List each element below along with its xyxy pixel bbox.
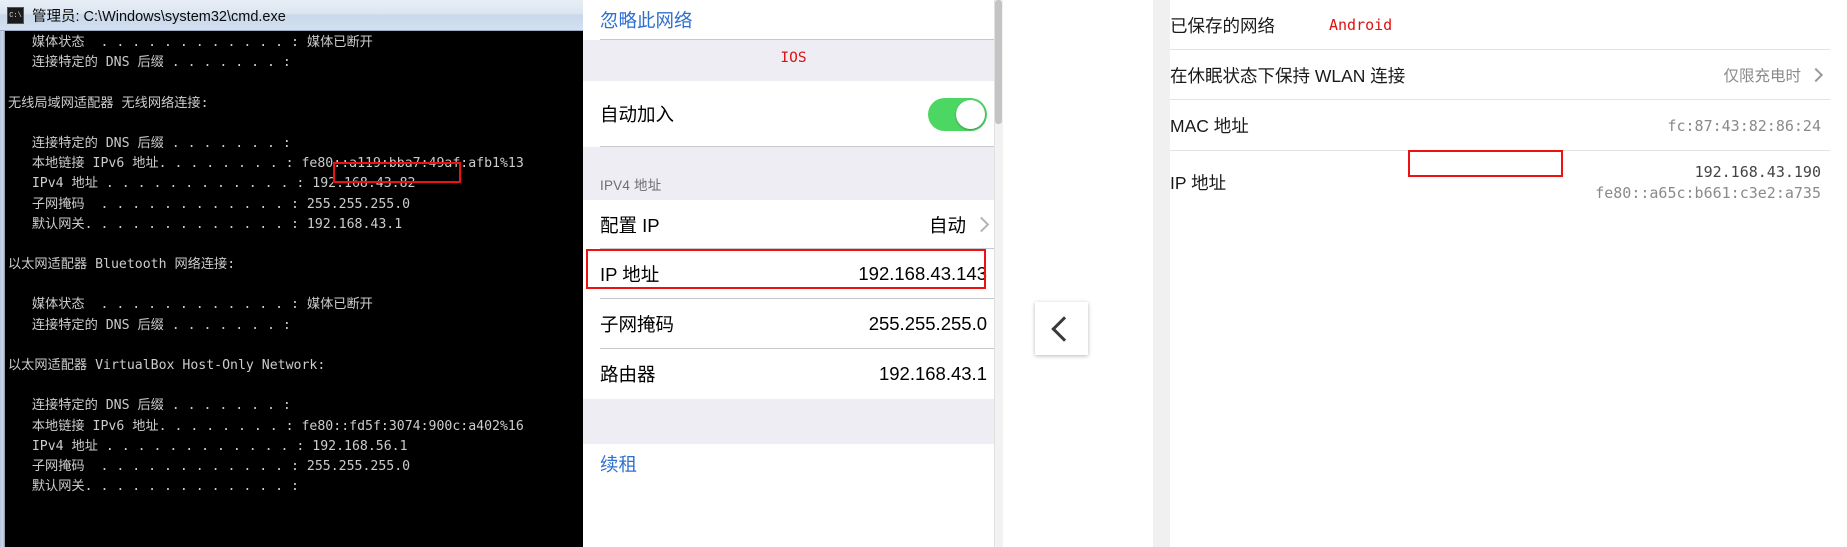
android-label-keep-wlan-on: 在休眠状态下保持 WLAN 连接 [1170, 65, 1406, 86]
chevron-left-icon [1051, 315, 1077, 342]
cmd-output-line: 默认网关. . . . . . . . . . . . . : 192.168.… [8, 216, 403, 232]
android-row-keep-wlan-on[interactable]: 在休眠状态下保持 WLAN 连接 仅限充电时 [1153, 50, 1847, 100]
android-row-ip-address[interactable]: IP 地址 192.168.43.190 fe80::a65c:b661:c3e… [1153, 151, 1847, 213]
ios-row-label-configure-ip: 配置 IP [600, 214, 660, 236]
ios-auto-join-toggle[interactable] [928, 97, 987, 131]
cmd-output-line: IPv4 地址 . . . . . . . . . . . . : 192.16… [8, 438, 408, 454]
ios-row-label-router: 路由器 [600, 364, 656, 385]
ios-ipv4-group-header: IPV4 地址 [583, 147, 1003, 200]
cmd-output-line: 连接特定的 DNS 后缀 . . . . . . . : [8, 135, 291, 151]
ios-row-value-configure-ip: 自动 [928, 214, 966, 236]
cmd-output-line: 以太网适配器 VirtualBox Host-Only Network: [8, 358, 326, 373]
cmd-output-line: 无线局域网适配器 无线网络连接: [8, 95, 209, 111]
ios-annotation-label: IOS [780, 49, 807, 66]
android-label-mac-address: MAC 地址 [1170, 116, 1249, 136]
ios-scrollbar[interactable] [994, 0, 1003, 547]
ios-wifi-settings-panel: 忽略此网络 IOS 自动加入 IPV4 地址 配置 IP 自动 IP 地址 19… [583, 0, 1003, 547]
back-button[interactable] [1035, 302, 1088, 355]
android-value-ipv6: fe80::a65c:b661:c3e2:a735 [1595, 183, 1821, 202]
cmd-output-line: 子网掩码 . . . . . . . . . . . . : 255.255.2… [8, 196, 411, 212]
ios-row-value-ip-address: 192.168.43.143 [858, 263, 987, 284]
ios-renew-lease-label: 续租 [600, 454, 638, 475]
ios-forget-network-row[interactable]: 忽略此网络 [583, 0, 1003, 40]
ios-auto-join-label: 自动加入 [600, 104, 675, 125]
ios-ipv4-group-header-label: IPV4 地址 [600, 178, 662, 193]
ios-row-value-subnet-mask: 255.255.255.0 [868, 313, 987, 334]
cmd-output-line: 媒体状态 . . . . . . . . . . . . : 媒体已断开 [8, 35, 373, 50]
cmd-output-line [5, 114, 583, 134]
cmd-output-line [5, 336, 583, 356]
ios-annotation-band: IOS [583, 40, 1003, 81]
ios-row-subnet-mask[interactable]: 子网掩码 255.255.255.0 [583, 299, 1003, 349]
cmd-output-line: 默认网关. . . . . . . . . . . . . : [8, 479, 299, 495]
android-row-saved-network[interactable]: 已保存的网络 Android [1153, 0, 1847, 50]
android-label-ip-address: IP 地址 [1170, 172, 1227, 193]
cmd-output-line [5, 235, 583, 255]
cmd-output-line: 连接特定的 DNS 后缀 . . . . . . . : [8, 398, 291, 414]
android-ip-values-group: 192.168.43.190 fe80::a65c:b661:c3e2:a735 [1595, 163, 1821, 202]
android-wifi-details-panel: 已保存的网络 Android 在休眠状态下保持 WLAN 连接 仅限充电时 MA… [1153, 0, 1847, 547]
cmd-window-title: 管理员: C:\Windows\system32\cmd.exe [32, 8, 286, 25]
cmd-output-line [5, 275, 583, 295]
cmd-output-line: IPv4 地址 . . . . . . . . . . . . : 192.16… [8, 176, 416, 192]
android-annotation-label: Android [1329, 16, 1393, 34]
android-label-saved-network: 已保存的网络 [1170, 15, 1275, 36]
ios-scrollbar-thumb[interactable] [995, 0, 1002, 124]
ios-forget-network-label: 忽略此网络 [600, 10, 693, 31]
ios-renew-lease-row[interactable]: 续租 [583, 444, 1003, 484]
ios-row-label-ip-address: IP 地址 [600, 264, 660, 285]
cmd-title-bar[interactable]: C:\ 管理员: C:\Windows\system32\cmd.exe [0, 0, 583, 31]
ios-auto-join-row[interactable]: 自动加入 [583, 81, 1003, 147]
ios-section-spacer [583, 399, 1003, 444]
ios-row-label-subnet-mask: 子网掩码 [600, 314, 675, 335]
cmd-app-icon: C:\ [7, 6, 24, 24]
android-value-ipv4: 192.168.43.190 [1694, 162, 1821, 181]
cmd-output-line: 以太网适配器 Bluetooth 网络连接: [8, 257, 236, 273]
cmd-output-line [5, 73, 583, 93]
ios-row-ip-address[interactable]: IP 地址 192.168.43.143 [583, 249, 1003, 299]
cmd-output-line: 连接特定的 DNS 后缀 . . . . . . . : [8, 55, 291, 71]
cmd-output-line: 本地链接 IPv6 地址. . . . . . . . : fe80::fd5f… [8, 418, 524, 434]
cmd-output-line: 本地链接 IPv6 地址. . . . . . . . : fe80::a119… [8, 156, 524, 172]
android-value-keep-wlan-on: 仅限充电时 [1723, 68, 1801, 85]
middle-blank-area [1003, 0, 1153, 547]
chevron-right-icon [1808, 67, 1824, 83]
cmd-output-line: 连接特定的 DNS 后缀 . . . . . . . : [8, 317, 291, 333]
android-value-mac-address: fc:87:43:82:86:24 [1667, 116, 1821, 135]
ios-row-router[interactable]: 路由器 192.168.43.1 [583, 349, 1003, 399]
ios-row-configure-ip[interactable]: 配置 IP 自动 [583, 200, 1003, 249]
cmd-window: C:\ 管理员: C:\Windows\system32\cmd.exe 媒体状… [0, 0, 583, 547]
chevron-right-icon [973, 216, 990, 233]
cmd-output-line: 媒体状态 . . . . . . . . . . . . : 媒体已断开 [8, 297, 373, 313]
android-row-mac-address[interactable]: MAC 地址 fc:87:43:82:86:24 [1153, 100, 1847, 151]
ios-row-value-router: 192.168.43.1 [878, 363, 987, 384]
cmd-output-line [5, 376, 583, 396]
cmd-console-output[interactable]: 媒体状态 . . . . . . . . . . . . : 媒体已断开 连接特… [5, 31, 583, 547]
toggle-knob-icon [956, 99, 985, 129]
cmd-output-line: 子网掩码 . . . . . . . . . . . . : 255.255.2… [8, 458, 411, 474]
